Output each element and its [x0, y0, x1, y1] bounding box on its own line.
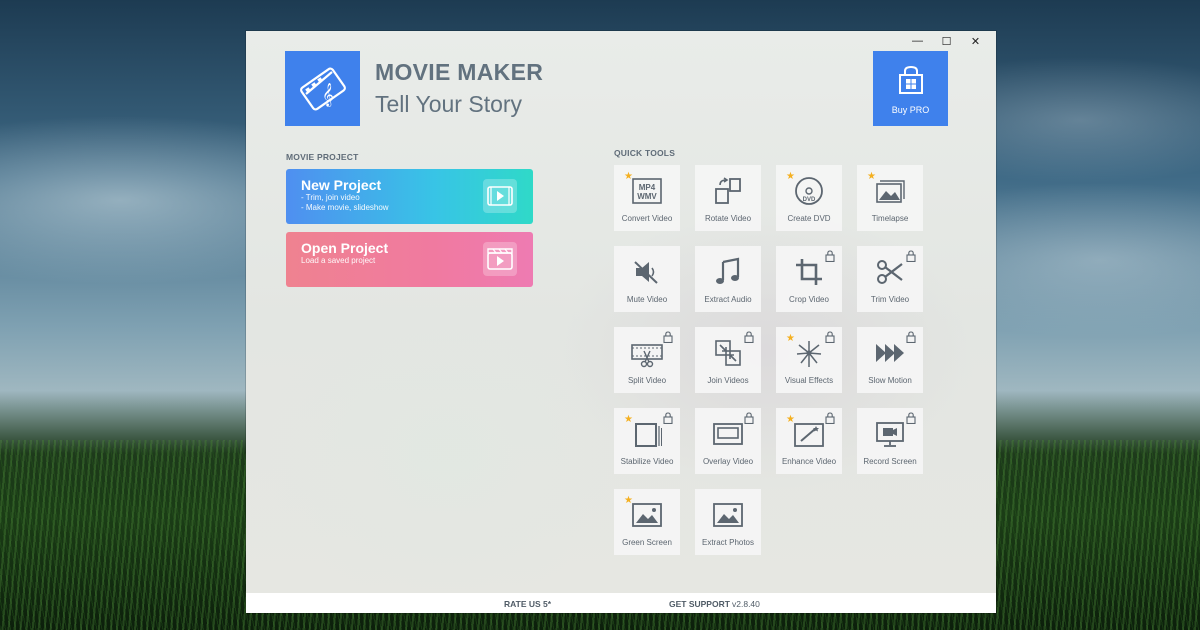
tool-slow-motion[interactable]: Slow Motion	[857, 327, 923, 393]
fast-forward-icon	[876, 344, 904, 362]
monitor-camera-icon	[876, 422, 904, 447]
lock-icon	[825, 331, 835, 343]
svg-text:𝄞: 𝄞	[322, 82, 334, 107]
tool-label: Mute Video	[626, 295, 668, 304]
film-scissors-icon	[631, 344, 663, 368]
lock-icon	[906, 250, 916, 262]
new-project-button[interactable]: New Project - Trim, join video - Make mo…	[286, 169, 533, 224]
crop-icon	[796, 259, 822, 285]
tool-mute-video[interactable]: Mute Video	[614, 246, 680, 312]
tool-label: Visual Effects	[784, 376, 834, 385]
tool-convert-video[interactable]: ★ MP4 WMV Convert Video	[614, 165, 680, 231]
tool-label: Timelapse	[871, 214, 909, 223]
tool-label: Create DVD	[787, 214, 831, 223]
open-project-button[interactable]: Open Project Load a saved project	[286, 232, 533, 287]
app-title: MOVIE MAKER	[375, 59, 544, 85]
lock-icon	[825, 250, 835, 262]
tool-label: Enhance Video	[781, 457, 837, 466]
buy-pro-button[interactable]: Buy PRO	[873, 51, 948, 126]
tool-overlay-video[interactable]: Overlay Video	[695, 408, 761, 474]
tool-visual-effects[interactable]: ★ Visual Effects	[776, 327, 842, 393]
quick-tools-heading: QUICK TOOLS	[614, 148, 676, 158]
tool-label: Crop Video	[789, 295, 829, 304]
lock-icon	[825, 412, 835, 424]
tool-label: Split Video	[627, 376, 667, 385]
tool-label: Extract Audio	[704, 295, 752, 304]
tool-stabilize-video[interactable]: ★ Stabilize Video	[614, 408, 680, 474]
app-subtitle: Tell Your Story	[375, 91, 523, 117]
tool-join-videos[interactable]: Join Videos	[695, 327, 761, 393]
lock-icon	[744, 331, 754, 343]
scissors-icon	[877, 260, 903, 284]
join-arrows-icon	[715, 340, 741, 366]
version-label: v2.8.40	[732, 599, 760, 609]
photo-stack-icon	[876, 180, 905, 203]
rate-us-link[interactable]: RATE US 5*	[504, 599, 551, 609]
buy-pro-label: Buy PRO	[891, 104, 930, 115]
maximize-button[interactable]: ☐	[932, 33, 961, 49]
svg-text:DVD: DVD	[803, 197, 816, 203]
tool-label: Stabilize Video	[620, 457, 674, 466]
window-controls: — ☐ ✕	[903, 33, 990, 49]
magic-wand-icon	[794, 423, 824, 447]
rotate-icon	[715, 177, 741, 204]
tool-label: Slow Motion	[868, 376, 912, 385]
clapperboard-icon	[483, 242, 517, 276]
tool-label: Trim Video	[870, 295, 910, 304]
app-window: — ☐ ✕ 𝄞 MOVIE MAKER Tell Your Story Buy …	[246, 31, 996, 613]
tool-label: Green Screen	[622, 538, 672, 547]
tool-extract-photos[interactable]: Extract Photos	[695, 489, 761, 555]
film-music-note-icon: 𝄞	[299, 67, 346, 110]
store-bag-icon	[898, 65, 923, 94]
tool-trim-video[interactable]: Trim Video	[857, 246, 923, 312]
tool-crop-video[interactable]: Crop Video	[776, 246, 842, 312]
dvd-icon: DVD	[795, 177, 823, 205]
tool-label: Overlay Video	[702, 457, 754, 466]
svg-text:WMV: WMV	[637, 192, 657, 201]
image-landscape-icon	[632, 503, 662, 527]
photo-icon	[713, 503, 743, 527]
overlay-icon	[713, 423, 743, 445]
tool-create-dvd[interactable]: ★ DVD Create DVD	[776, 165, 842, 231]
lock-icon	[744, 412, 754, 424]
lock-icon	[663, 331, 673, 343]
tool-enhance-video[interactable]: ★ Enhance Video	[776, 408, 842, 474]
tool-extract-audio[interactable]: Extract Audio	[695, 246, 761, 312]
tool-label: Rotate Video	[704, 214, 752, 223]
movie-project-heading: MOVIE PROJECT	[286, 152, 359, 162]
mp4-wmv-icon: MP4 WMV	[632, 178, 662, 204]
new-video-icon	[483, 179, 517, 213]
music-note-icon	[716, 257, 740, 284]
tool-record-screen[interactable]: Record Screen	[857, 408, 923, 474]
get-support-link[interactable]: GET SUPPORT	[669, 599, 730, 609]
tool-timelapse[interactable]: ★ Timelapse	[857, 165, 923, 231]
close-button[interactable]: ✕	[961, 33, 990, 49]
tool-label: Convert Video	[621, 214, 673, 223]
svg-text:MP4: MP4	[639, 183, 656, 192]
app-logo: 𝄞	[285, 51, 360, 126]
tool-rotate-video[interactable]: Rotate Video	[695, 165, 761, 231]
minimize-button[interactable]: —	[903, 33, 932, 49]
tool-label: Record Screen	[863, 457, 917, 466]
tool-green-screen[interactable]: ★ Green Screen	[614, 489, 680, 555]
fireworks-icon	[796, 341, 822, 367]
footer-bar: RATE US 5* GET SUPPORT v2.8.40	[246, 593, 996, 613]
lock-icon	[906, 331, 916, 343]
stabilize-icon	[635, 423, 662, 447]
lock-icon	[906, 412, 916, 424]
mute-speaker-icon	[634, 261, 658, 284]
lock-icon	[663, 412, 673, 424]
tool-label: Extract Photos	[701, 538, 755, 547]
tool-label: Join Videos	[707, 376, 749, 385]
tool-split-video[interactable]: Split Video	[614, 327, 680, 393]
